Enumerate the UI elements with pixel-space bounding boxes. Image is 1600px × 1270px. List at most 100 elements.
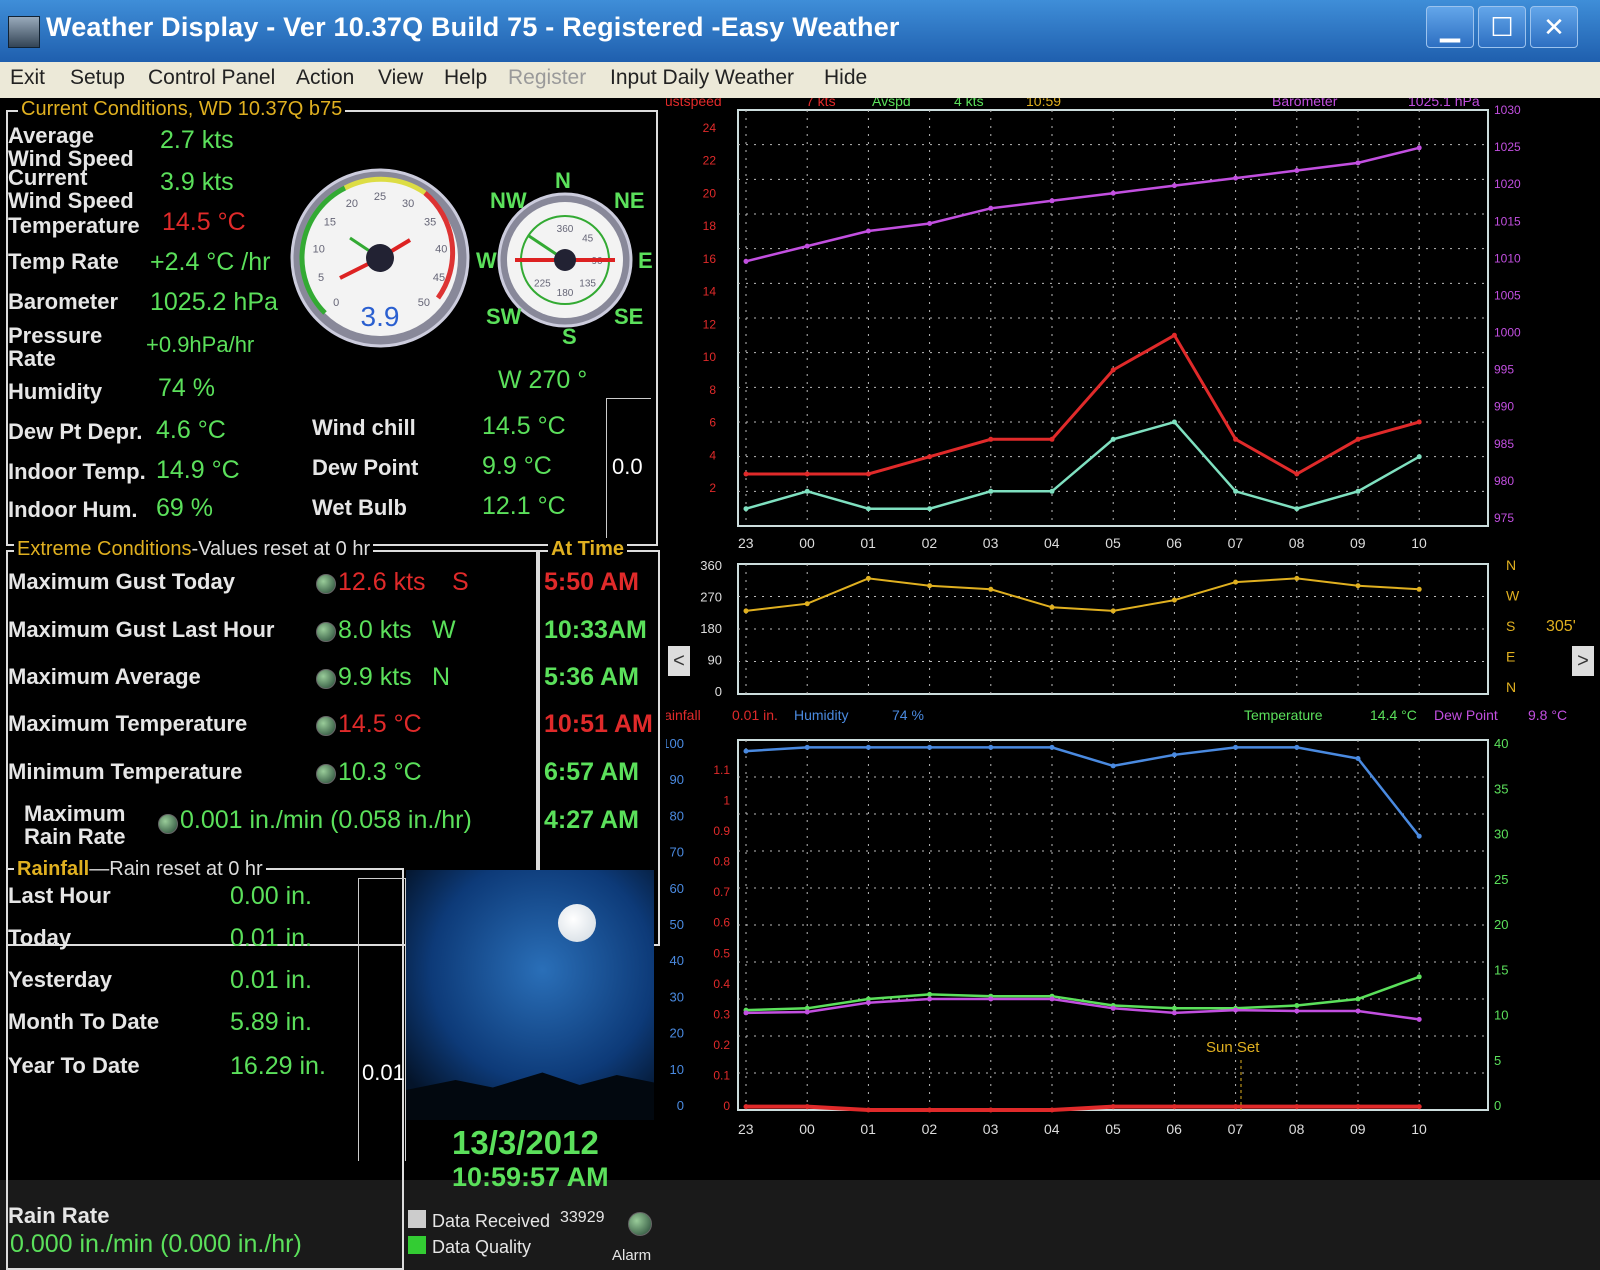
extreme-indicator-icon[interactable] [316,669,336,689]
wind-direction-value: W 270 ° [498,366,588,394]
rainfall-series-point [1233,1104,1239,1110]
rainfall-label: Last Hour [8,883,111,908]
rainfall-value: 5.89 in. [230,1008,313,1036]
baro-axis-tick: 1015 [1494,214,1521,228]
rainfall-label: Year To Date [8,1053,140,1078]
maximize-button[interactable]: ☐ [1478,6,1526,48]
dir-compass-tick: N [1506,557,1516,573]
at-time-header: At Time [548,538,627,561]
graphs-svg: Gustspeed7 ktsAvspd4 kts10:59Barometer10… [654,93,1567,1137]
extreme-header: Extreme Conditions-Values reset at 0 hr [14,538,374,561]
rainfall-series-point [1355,1104,1361,1110]
compass-se: SE [614,304,644,329]
hour-tick-label: 10 [1411,1121,1427,1137]
speed-tick-label: 0 [333,297,339,309]
dir-axis-tick: 360 [700,558,722,573]
rainfall-value: 0.01 in. [230,924,313,952]
hour-tick-label: 07 [1228,535,1244,551]
alarm-indicator[interactable] [628,1212,652,1236]
dewpoint-series-point [1049,996,1055,1002]
baro-axis-tick: 1020 [1494,177,1521,191]
humidity-axis-tick: 80 [670,808,684,823]
gust-series-point [865,471,871,477]
barometer-value: 1025.2 hPa [150,288,278,316]
direction-series-point [804,601,810,607]
dir-axis-tick: 90 [708,653,722,668]
extreme-value: 8.0 kts [338,616,412,644]
direction-series-point [988,586,994,592]
rain-axis-tick: 0.4 [713,977,730,991]
speed-tick-label: 25 [374,191,386,203]
legend-label: 74 % [892,707,924,723]
extreme-direction: N [432,663,451,691]
direction-series-point [1294,575,1300,581]
dewpoint-series-point [1416,1016,1422,1022]
avg-speed-series-point [1233,488,1239,494]
rainfall-series-point [1171,1104,1177,1110]
menu-setup[interactable]: Setup [70,66,125,90]
rain-axis-tick: 0.3 [713,1007,730,1021]
graph-prev-button[interactable]: < [668,646,690,676]
close-button[interactable]: ✕ [1530,6,1578,48]
avg-wind-value: 2.7 kts [160,126,234,154]
extreme-indicator-icon[interactable] [316,622,336,642]
rainfall-series-point [1049,1107,1055,1113]
menu-exit[interactable]: Exit [10,66,45,90]
baro-axis-tick: 1025 [1494,140,1521,154]
rain-rate-value: 0.000 in./min (0.000 in./hr) [10,1230,302,1258]
rain-axis-tick: 0.5 [713,946,730,960]
wetbulb-value: 12.1 °C [482,492,566,520]
extreme-indicator-icon[interactable] [316,716,336,736]
barometer-series-point [1294,168,1300,173]
hour-tick-label: 02 [922,535,938,551]
cur-wind-value: 3.9 kts [160,168,234,196]
menu-control-panel[interactable]: Control Panel [148,66,275,90]
legend-label: Dew Point [1434,707,1498,723]
menu-view[interactable]: View [378,66,423,90]
direction-series-point [927,583,933,589]
direction-series-point [1416,586,1422,592]
extreme-indicator-icon[interactable] [316,764,336,784]
direction-series-point [1355,583,1361,589]
compass-e: E [638,248,653,273]
temp-axis-tick: 35 [1494,781,1508,796]
wind-speed-gauge: 0 5 10 15 20 25 30 35 40 45 50 3.9 [290,168,470,348]
menu-hide[interactable]: Hide [824,66,867,90]
menu-input-daily-weather[interactable]: Input Daily Weather [610,66,794,90]
direction-series-point [1233,579,1239,585]
extreme-label: Maximum Rain Rate [24,801,126,849]
legend-label: 14.4 °C [1370,707,1417,723]
menu-action[interactable]: Action [296,66,354,90]
hour-tick-label: 00 [799,535,815,551]
temp-rate-label: Temp Rate [8,249,119,274]
wind-axis-tick: 24 [703,121,717,135]
compass-n: N [555,168,571,193]
graph-next-button[interactable]: > [1572,646,1594,676]
rain-axis-tick: 0.1 [713,1068,730,1082]
barometer-series-point [1416,145,1422,151]
legend-label: Temperature [1244,707,1323,723]
dewpoint-series-point [865,1000,871,1006]
dewpoint-series-point [1171,1010,1177,1016]
legend-label: 0.01 in. [732,707,778,723]
indoor-hum-label: Indoor Hum. [8,497,138,522]
extreme-indicator-icon[interactable] [158,814,178,834]
minimize-button[interactable]: ▁ [1426,6,1474,48]
humidity-series-point [1110,763,1116,769]
rainfall-series-point [1294,1104,1300,1110]
barometer-series-point [865,228,871,234]
side-gauge-value: 0.0 [612,454,643,479]
direction-series-point [1049,604,1055,610]
extreme-indicator-icon[interactable] [316,574,336,594]
baro-axis-tick: 1000 [1494,326,1521,340]
humidity-axis-tick: 90 [670,772,684,787]
menu-help[interactable]: Help [444,66,487,90]
sky-camera-image [406,870,654,1120]
temperature-series-point [1294,1003,1300,1008]
avg-speed-series-point [743,506,749,512]
rainfall-series-point [988,1107,994,1113]
barometer-series-point [1171,183,1177,189]
wind-axis-tick: 14 [703,285,717,299]
rainfall-series-point [927,1107,933,1113]
menu-register[interactable]: Register [508,66,586,90]
